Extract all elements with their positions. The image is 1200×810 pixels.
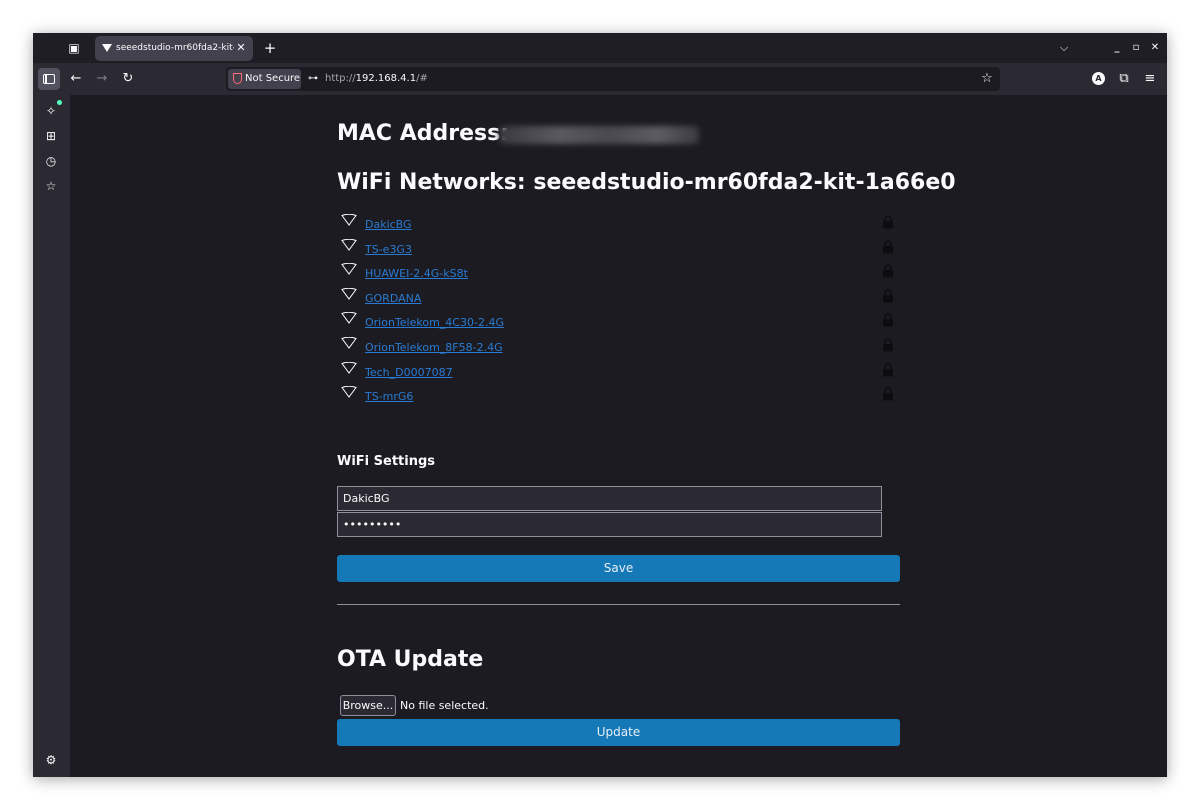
wifi-signal-icon — [341, 239, 357, 251]
network-link[interactable]: TS-e3G3 — [365, 242, 412, 258]
tab-groups-icon[interactable]: ▣ — [66, 40, 82, 56]
bookmarks-star-icon[interactable]: ☆ — [42, 177, 60, 195]
network-row: DakicBG — [337, 213, 901, 237]
tab-strip: ▣ seeedstudio-mr60fda2-kit- ✕ + ⌵ _ ▫ ✕ — [33, 33, 1167, 63]
update-button[interactable]: Update — [337, 719, 900, 746]
wifi-networks-heading: WiFi Networks: seeedstudio-mr60fda2-kit-… — [337, 170, 956, 195]
url-text[interactable]: http://192.168.4.1/# — [325, 67, 428, 91]
gear-icon[interactable]: ⚙ — [42, 751, 60, 769]
maximize-icon[interactable]: ▫ — [1129, 40, 1143, 56]
shield-icon — [233, 73, 242, 84]
lock-icon — [883, 240, 893, 254]
synced-tabs-icon[interactable]: ⊞ — [42, 127, 60, 145]
wifi-signal-icon — [341, 337, 357, 349]
history-icon[interactable]: ◷ — [42, 152, 60, 170]
mac-address-heading: MAC Address: — [337, 121, 510, 146]
sidebar-toggle-icon[interactable] — [38, 68, 60, 90]
network-link[interactable]: TS-mrG6 — [365, 389, 413, 405]
menu-icon[interactable]: ≡ — [1140, 69, 1160, 89]
url-scheme: http:// — [325, 73, 356, 84]
wifi-signal-icon — [341, 312, 357, 324]
close-window-icon[interactable]: ✕ — [1148, 40, 1162, 56]
tab-title: seeedstudio-mr60fda2-kit- — [116, 43, 234, 53]
network-link[interactable]: OrionTelekom_4C30-2.4G — [365, 315, 504, 331]
key-icon[interactable]: ⊶ — [306, 72, 320, 86]
reload-icon[interactable]: ↻ — [118, 69, 138, 89]
browser-window: ▣ seeedstudio-mr60fda2-kit- ✕ + ⌵ _ ▫ ✕ … — [33, 33, 1167, 777]
network-link[interactable]: GORDANA — [365, 291, 421, 307]
page-content: MAC Address: WiFi Networks: seeedstudio-… — [70, 95, 1167, 777]
save-button[interactable]: Save — [337, 555, 900, 582]
mac-address-redacted — [499, 126, 699, 144]
close-tab-icon[interactable]: ✕ — [235, 41, 247, 55]
lock-icon — [883, 215, 893, 229]
navigation-bar: ← → ↻ Not Secure ⊶ http://192.168.4.1/# … — [33, 63, 1167, 95]
wifi-settings-heading: WiFi Settings — [337, 454, 436, 469]
network-link[interactable]: DakicBG — [365, 217, 412, 233]
lock-icon — [883, 289, 893, 303]
chevron-down-icon[interactable]: ⌵ — [1056, 39, 1072, 57]
lock-icon — [883, 313, 893, 327]
network-row: HUAWEI-2.4G-kS8t — [337, 262, 901, 286]
password-input[interactable] — [337, 512, 882, 537]
forward-icon[interactable]: → — [92, 69, 112, 89]
lock-icon — [883, 387, 893, 401]
network-link[interactable]: OrionTelekom_8F58-2.4G — [365, 340, 503, 356]
bookmark-star-icon[interactable]: ☆ — [978, 70, 996, 88]
new-tab-icon[interactable]: + — [262, 39, 278, 57]
network-row: Tech_D0007087 — [337, 361, 901, 385]
browser-sidebar: ✧ ⊞ ◷ ☆ ⚙ — [33, 95, 70, 777]
tab-active[interactable]: seeedstudio-mr60fda2-kit- ✕ — [95, 36, 253, 61]
wifi-signal-icon — [341, 288, 357, 300]
wifi-signal-icon — [341, 214, 357, 226]
wifi-signal-icon — [341, 362, 357, 374]
network-link[interactable]: Tech_D0007087 — [365, 365, 453, 381]
wifi-signal-icon — [341, 263, 357, 275]
account-icon[interactable]: A — [1092, 72, 1105, 85]
back-icon[interactable]: ← — [66, 69, 86, 89]
network-row: TS-e3G3 — [337, 238, 901, 262]
minimize-icon[interactable]: _ — [1110, 40, 1124, 56]
lock-icon — [883, 264, 893, 278]
ota-update-heading: OTA Update — [337, 647, 484, 672]
network-row: GORDANA — [337, 287, 901, 311]
not-secure-label: Not Secure — [245, 73, 301, 84]
url-path: /# — [416, 73, 428, 84]
lock-icon — [883, 338, 893, 352]
not-secure-badge[interactable]: Not Secure — [228, 69, 301, 89]
divider — [337, 604, 900, 605]
network-row: OrionTelekom_8F58-2.4G — [337, 336, 901, 360]
lock-icon — [883, 363, 893, 377]
network-row: OrionTelekom_4C30-2.4G — [337, 311, 901, 335]
wifi-favicon-icon — [102, 44, 112, 52]
network-row: TS-mrG6 — [337, 385, 901, 409]
network-link[interactable]: HUAWEI-2.4G-kS8t — [365, 266, 468, 282]
file-status: No file selected. — [400, 699, 489, 712]
ssid-input[interactable] — [337, 486, 882, 511]
notification-dot — [57, 100, 62, 105]
url-bar[interactable]: Not Secure ⊶ http://192.168.4.1/# ☆ — [226, 67, 1000, 91]
extensions-icon[interactable]: ⧉ — [1114, 69, 1134, 89]
browse-button[interactable]: Browse... — [340, 695, 396, 716]
url-host: 192.168.4.1 — [355, 73, 417, 84]
wifi-signal-icon — [341, 386, 357, 398]
